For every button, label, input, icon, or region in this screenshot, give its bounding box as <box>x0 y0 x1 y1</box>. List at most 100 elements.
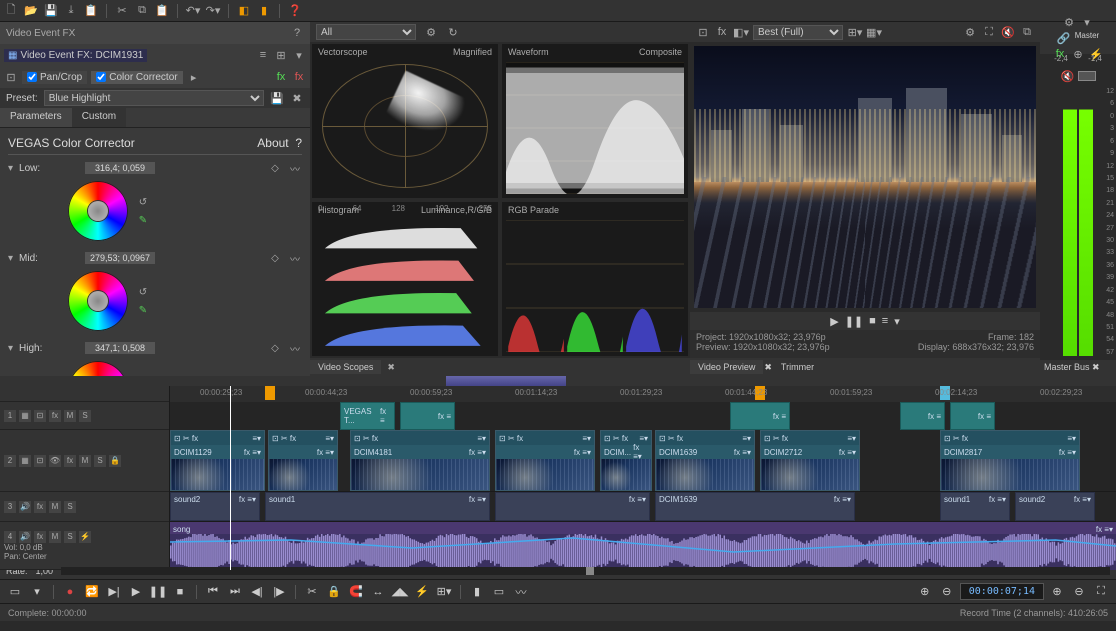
fx-node-colorcorrector[interactable]: Color Corrector <box>91 71 182 84</box>
tool-normal-icon[interactable]: ▭ <box>6 583 24 601</box>
preview-mute-icon[interactable]: 🔇 <box>1001 25 1015 39</box>
chain-home-icon[interactable]: ⊡ <box>4 70 18 84</box>
tab-custom[interactable]: Custom <box>72 108 126 127</box>
video-clip-1[interactable]: ⊡ ✂ fx≡▾fx ≡▾ <box>268 430 338 491</box>
fx-track-header[interactable]: 1▦⊡fxMS <box>0 402 169 430</box>
music-track-header[interactable]: 4🔊fxMS⚡ Vol: 0,0 dB Pan: Center <box>0 522 169 570</box>
scope-filter-select[interactable]: All <box>316 24 416 40</box>
cut-icon[interactable]: ✂ <box>115 4 129 18</box>
video-track-header[interactable]: 2▦⊡👁fxMS🔒 <box>0 430 169 492</box>
snap-icon[interactable]: ◧ <box>237 4 251 18</box>
lock-button[interactable]: 🔒 <box>325 583 343 601</box>
playhead[interactable] <box>230 386 231 570</box>
chain-end-icon[interactable]: ▸ <box>187 70 201 84</box>
stop-button[interactable]: ■ <box>171 583 189 601</box>
vectorscope-mode[interactable]: Magnified <box>453 47 492 57</box>
envelope-button[interactable]: 〰 <box>512 583 530 601</box>
record-button[interactable]: ● <box>61 583 79 601</box>
tab-master-bus[interactable]: Master Bus <box>1044 362 1090 372</box>
close-tab-icon[interactable]: ✖ <box>382 360 400 375</box>
prev-frame-button[interactable]: ◀| <box>248 583 266 601</box>
song-clip[interactable]: songfx ≡▾ <box>170 522 1116 570</box>
close-preview-tab-icon[interactable]: ✖ <box>764 362 772 373</box>
chain-list-icon[interactable]: ≡ <box>256 48 270 62</box>
autoripple-button[interactable]: ↔ <box>369 583 387 601</box>
stop-button[interactable]: ■ <box>869 315 876 327</box>
meter-more-icon[interactable]: ▾ <box>1080 15 1094 29</box>
new-icon[interactable]: 🗋 <box>4 4 18 18</box>
chain-more-icon[interactable]: ▾ <box>292 48 306 62</box>
color-wheel-1[interactable] <box>68 271 128 331</box>
pause-button[interactable]: ❚❚ <box>149 583 167 601</box>
timeline-scrollbar[interactable] <box>0 376 1116 386</box>
video-clip-7[interactable]: ⊡ ✂ fx≡▾DCIM2817fx ≡▾ <box>940 430 1080 491</box>
zoom-in-v-button[interactable]: ⊕ <box>916 583 934 601</box>
video-clip-4[interactable]: ⊡ ✂ fx≡▾DCIM...fx ≡▾ <box>600 430 652 491</box>
marker-1[interactable] <box>265 386 275 400</box>
save-icon[interactable]: 💾 <box>44 4 58 18</box>
what-icon[interactable]: ❓ <box>288 4 302 18</box>
fx-track[interactable]: VEGAS T...fx ≡fx ≡fx ≡fx ≡fx ≡ <box>170 402 1116 430</box>
zoom-out-v-button[interactable]: ⊖ <box>938 583 956 601</box>
pause-button[interactable]: ❚❚ <box>845 315 863 328</box>
audio-clip-0[interactable]: sound2fx ≡▾ <box>170 492 260 521</box>
autocrossfade-button[interactable]: ⚡ <box>413 583 431 601</box>
wheel-0-curve-icon[interactable]: 〰 <box>288 161 302 175</box>
audio-clip-4[interactable]: sound1fx ≡▾ <box>940 492 1010 521</box>
loop-button[interactable]: 🔁 <box>83 583 101 601</box>
meter-link-icon[interactable]: 🔗 <box>1057 31 1071 45</box>
meter-fader[interactable] <box>1078 71 1096 81</box>
fx-clip-2[interactable]: fx ≡ <box>730 402 790 430</box>
wheel-2-curve-icon[interactable]: 〰 <box>288 341 302 355</box>
wheel-0-reset-icon[interactable]: ↺ <box>136 195 150 209</box>
zoom-fit-button[interactable]: ⛶ <box>1092 583 1110 601</box>
preset-select[interactable]: Blue Highlight <box>44 90 264 106</box>
chain-grid-icon[interactable]: ⊞ <box>274 48 288 62</box>
waveform-mode[interactable]: Composite <box>639 47 682 57</box>
zoom-out-h-button[interactable]: ⊖ <box>1070 583 1088 601</box>
wheel-1-picker-icon[interactable]: ✎ <box>136 303 150 317</box>
preset-delete-icon[interactable]: ✖ <box>290 91 304 105</box>
fx-clip-0[interactable]: VEGAS T...fx ≡ <box>340 402 395 430</box>
copy-icon[interactable]: ⧉ <box>135 4 149 18</box>
wheel-0-picker-icon[interactable]: ✎ <box>136 213 150 227</box>
preview-ext-icon[interactable]: ⊡ <box>696 25 710 39</box>
histogram-mode[interactable]: Luminance,R/G/B <box>421 205 492 215</box>
scope-refresh-icon[interactable]: ↻ <box>446 25 460 39</box>
fx-clip-1[interactable]: fx ≡ <box>400 402 455 430</box>
audio-clip-2[interactable]: fx ≡▾ <box>495 492 650 521</box>
marker-add-button[interactable]: ▮ <box>468 583 486 601</box>
audio-clip-1[interactable]: sound1fx ≡▾ <box>265 492 490 521</box>
video-clip-5[interactable]: ⊡ ✂ fx≡▾DCIM1639fx ≡▾ <box>655 430 755 491</box>
region-button[interactable]: ▭ <box>490 583 508 601</box>
remove-fx-icon[interactable]: fx <box>292 70 306 84</box>
video-clip-6[interactable]: ⊡ ✂ fx≡▾DCIM2712fx ≡▾ <box>760 430 860 491</box>
properties-icon[interactable]: 📋 <box>84 4 98 18</box>
audio-track-header[interactable]: 3🔊fxMS <box>0 492 169 522</box>
cut-button[interactable]: ✂ <box>303 583 321 601</box>
fx-node-pancrop[interactable]: Pan/Crop <box>22 71 87 84</box>
meter-settings-icon[interactable]: ⚙ <box>1062 15 1076 29</box>
wheel-2-keyframe-icon[interactable]: ◇ <box>268 341 282 355</box>
help-icon[interactable]: ? <box>290 26 304 40</box>
next-frame-button[interactable]: |▶ <box>270 583 288 601</box>
color-wheel-0[interactable] <box>68 181 128 241</box>
play-button[interactable]: ▶ <box>830 315 838 328</box>
wheel-1-value[interactable]: 279,53; 0,0967 <box>85 252 155 264</box>
colorcorrector-enable-checkbox[interactable] <box>96 72 106 82</box>
about-link[interactable]: About <box>257 136 288 150</box>
preview-fx-icon[interactable]: fx <box>715 25 729 39</box>
add-fx-icon[interactable]: fx <box>274 70 288 84</box>
wheel-0-keyframe-icon[interactable]: ◇ <box>268 161 282 175</box>
plugin-help-icon[interactable]: ? <box>295 136 302 150</box>
wheel-1-reset-icon[interactable]: ↺ <box>136 285 150 299</box>
paste-icon[interactable]: 📋 <box>155 4 169 18</box>
preview-grid-icon[interactable]: ⊞▾ <box>848 25 862 39</box>
preview-dock-icon[interactable]: ⧉ <box>1020 25 1034 39</box>
render-icon[interactable]: ⤓ <box>64 4 78 18</box>
color-wheel-2[interactable] <box>68 361 128 376</box>
list-button[interactable]: ≡ <box>882 315 888 327</box>
music-track[interactable]: songfx ≡▾ <box>170 522 1116 570</box>
tab-trimmer[interactable]: Trimmer <box>773 360 822 374</box>
wheel-1-keyframe-icon[interactable]: ◇ <box>268 251 282 265</box>
